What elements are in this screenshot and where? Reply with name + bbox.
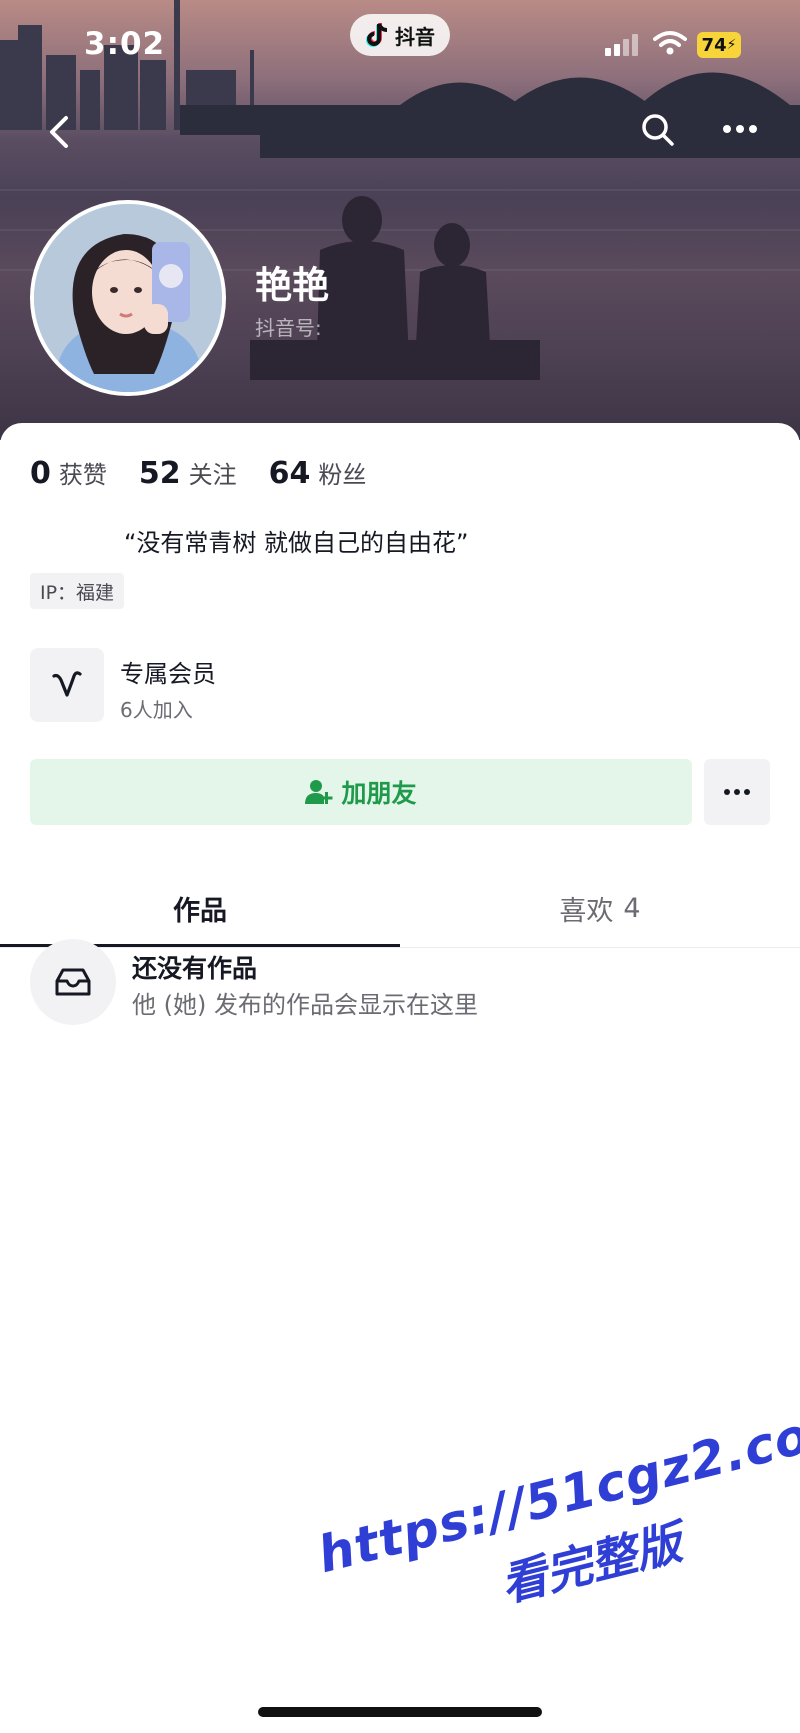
avatar-photo [34, 204, 222, 392]
tab-likes-label: 喜欢 [559, 895, 614, 927]
chevron-left-icon[interactable] [44, 112, 76, 152]
app-name: 抖音 [395, 24, 435, 49]
inbox-tray-icon [30, 939, 116, 1025]
more-horizontal-icon[interactable] [722, 122, 758, 136]
empty-state-title: 还没有作品 [132, 954, 258, 983]
more-horizontal-icon [724, 789, 750, 795]
add-user-icon [305, 780, 333, 804]
tab-likes-count: 4 [623, 892, 641, 924]
empty-works-state: 还没有作品 他 (她) 发布的作品会显示在这里 [30, 939, 770, 1029]
wifi-icon [653, 31, 687, 55]
stat-followers-value: 64 [268, 456, 311, 491]
home-indicator[interactable] [258, 1707, 542, 1717]
membership-v-icon [30, 648, 104, 722]
battery-indicator: 74 ⚡ [697, 32, 741, 58]
stat-followers-label: 粉丝 [318, 461, 367, 489]
stat-likes[interactable]: 0 获赞 [30, 455, 107, 491]
exclusive-membership-entry[interactable]: 专属会员 6人加入 [30, 648, 430, 724]
profile-banner: 3:02 抖音 74 ⚡ 艳艳 抖音号: [0, 0, 800, 440]
stat-likes-value: 0 [30, 456, 51, 491]
douyin-logo-icon [366, 23, 388, 47]
stat-following-label: 关注 [188, 461, 237, 489]
stat-followers[interactable]: 64 粉丝 [269, 455, 367, 491]
status-time: 3:02 [84, 26, 166, 62]
tab-works[interactable]: 作品 [0, 868, 400, 948]
avatar[interactable] [30, 200, 226, 396]
status-bar: 3:02 抖音 74 ⚡ [0, 0, 800, 90]
add-friend-button[interactable]: 加朋友 [30, 759, 692, 825]
profile-stats: 0 获赞 52 关注 64 粉丝 [30, 455, 366, 491]
membership-member-count: 6人加入 [120, 698, 193, 722]
stat-following-value: 52 [138, 456, 181, 491]
profile-bio: “没有常青树 就做自己的自由花” [124, 529, 469, 557]
battery-level: 74 [701, 34, 727, 56]
tab-likes[interactable]: 喜欢 4 [400, 868, 800, 948]
douyin-id-label[interactable]: 抖音号: [255, 312, 322, 341]
stat-following[interactable]: 52 关注 [139, 455, 237, 491]
stat-likes-label: 获赞 [58, 461, 107, 489]
ip-location-tag: IP：福建 [30, 573, 125, 609]
profile-nickname: 艳艳 [255, 264, 329, 307]
charging-bolt-icon: ⚡ [726, 37, 737, 53]
more-options-button[interactable] [704, 759, 770, 825]
cellular-signal-icon [605, 34, 638, 56]
search-icon[interactable] [640, 112, 676, 148]
add-friend-label: 加朋友 [341, 779, 417, 808]
content-tabs: 作品 喜欢 4 [0, 868, 800, 948]
tab-works-label: 作品 [173, 895, 227, 927]
app-indicator-pill[interactable]: 抖音 [350, 14, 450, 56]
empty-state-subtitle: 他 (她) 发布的作品会显示在这里 [132, 991, 478, 1019]
membership-title: 专属会员 [120, 660, 216, 688]
